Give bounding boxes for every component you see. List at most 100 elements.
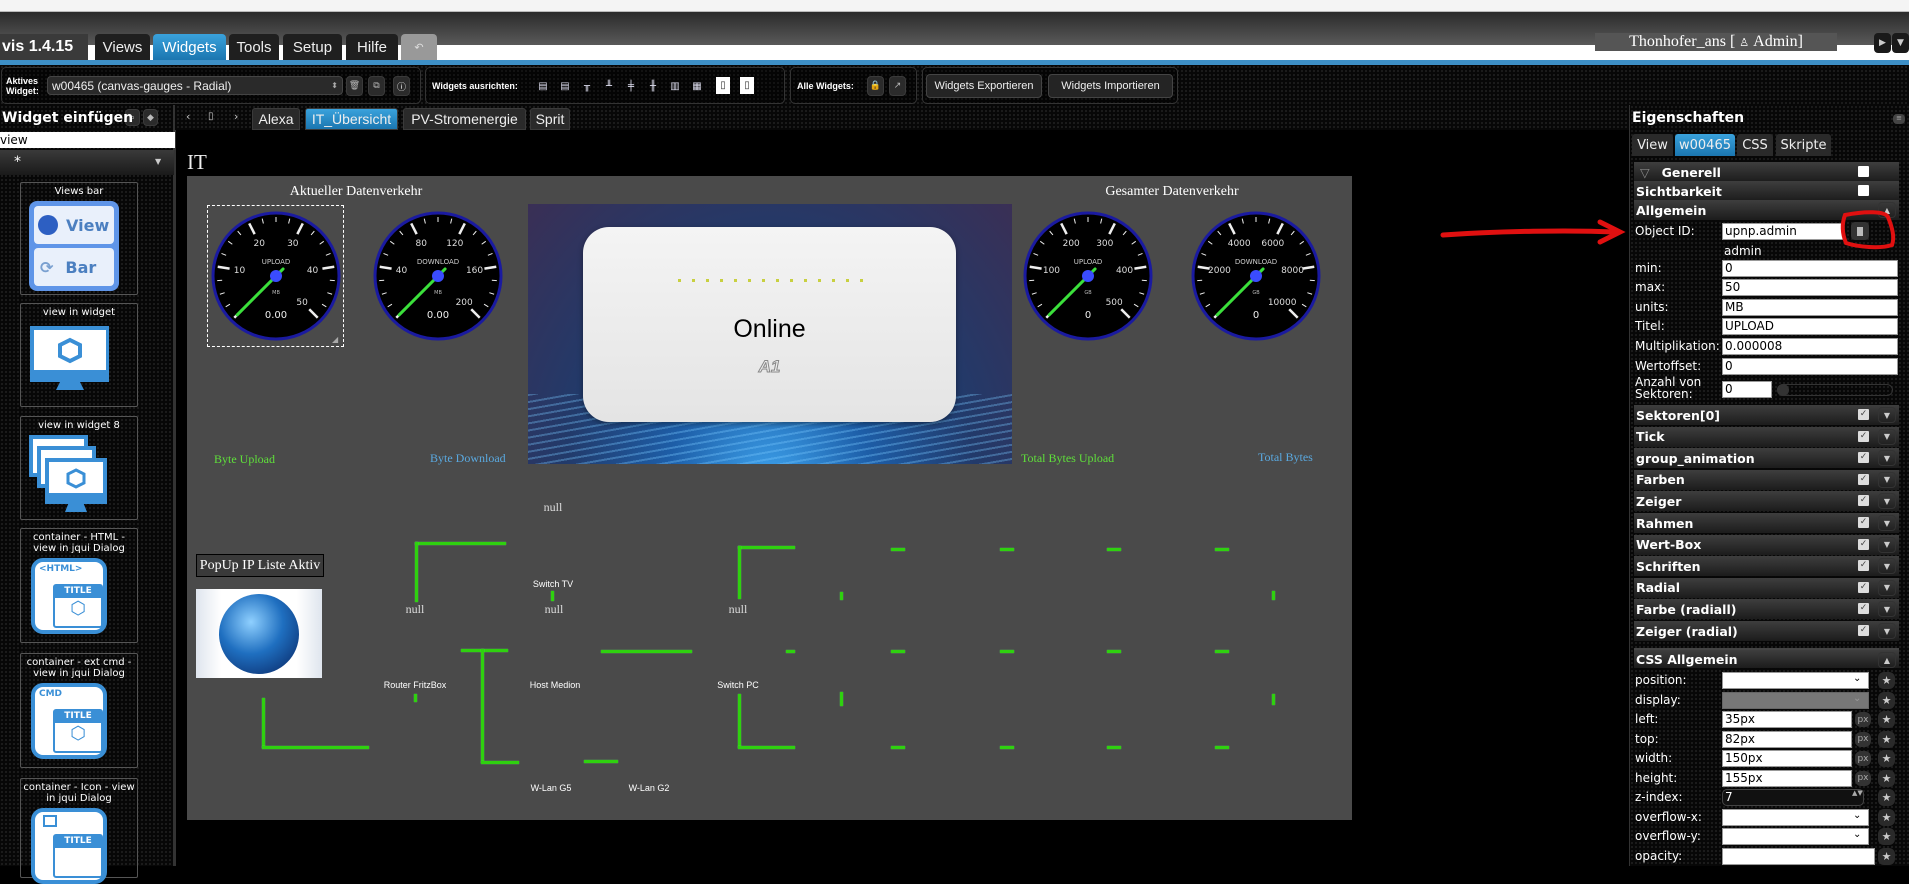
property-group[interactable]: Zeiger✓▼ (1634, 491, 1899, 511)
same-height-icon[interactable]: ▯ (740, 77, 754, 94)
star-icon[interactable]: ★ (1878, 731, 1895, 748)
chevron-down-icon[interactable]: ▼ (1878, 601, 1896, 617)
css-opacity-input[interactable] (1722, 848, 1875, 865)
menu-icon[interactable]: ≡ (1893, 114, 1905, 124)
star-icon[interactable]: ★ (1878, 828, 1895, 845)
css-position-input[interactable] (1722, 672, 1869, 689)
globe-image[interactable] (196, 589, 322, 678)
css-z-index-input[interactable]: 7 (1722, 789, 1864, 806)
slider-handle[interactable] (1777, 384, 1789, 396)
css-display-input[interactable] (1722, 692, 1869, 709)
chevron-down-icon[interactable]: ▼ (1878, 450, 1896, 466)
popup-ip-list-button[interactable]: PopUp IP Liste Aktiv (196, 554, 324, 577)
prop-tab-widget[interactable]: w00465 (1675, 134, 1735, 156)
css-height-input[interactable]: 155px (1722, 770, 1852, 787)
star-icon[interactable]: ★ (1878, 848, 1895, 865)
delete-widget-button[interactable]: 🗑 (346, 76, 363, 96)
widget-tile-view-in-widget-8[interactable]: view in widget 8 (20, 416, 138, 520)
css-top-input[interactable]: 82px (1722, 731, 1852, 748)
align-center-h-icon[interactable]: ╪ (624, 79, 638, 93)
property-group[interactable]: Schriften✓▼ (1634, 556, 1899, 576)
star-icon[interactable]: ★ (1878, 789, 1895, 806)
chevron-left-icon[interactable]: ‹ (186, 110, 190, 123)
group-checkbox[interactable]: ✓ (1858, 539, 1869, 550)
tag-icon[interactable]: ◆ (143, 109, 158, 126)
field-input[interactable]: 0 (1722, 358, 1898, 375)
group-checkbox[interactable]: ✓ (1858, 452, 1869, 463)
selected-widget-outline[interactable] (207, 205, 344, 347)
resize-handle-icon[interactable]: ◢ (332, 335, 338, 344)
trash-icon[interactable]: ▯ (208, 111, 214, 122)
field-input[interactable]: 0.000008 (1722, 338, 1898, 355)
css-overflow-x-input[interactable] (1722, 809, 1869, 826)
view-tab-alexa[interactable]: Alexa (252, 108, 300, 130)
sectors-slider[interactable] (1777, 384, 1893, 396)
view-tab-it-uebersicht[interactable]: IT_Übersicht (305, 108, 398, 130)
group-checkbox[interactable]: ✓ (1858, 409, 1869, 420)
field-input[interactable]: UPLOAD (1722, 318, 1898, 335)
widget-tile-container-icon[interactable]: container - Icon - view in jqui Dialog T… (20, 778, 138, 878)
prop-tab-view[interactable]: View (1632, 134, 1673, 156)
unit-px-button[interactable]: px (1855, 771, 1871, 786)
widget-tile-container-ext-cmd[interactable]: container - ext cmd - view in jqui Dialo… (20, 653, 138, 768)
field-input[interactable]: MB (1722, 299, 1898, 316)
unit-px-button[interactable]: px (1855, 732, 1871, 747)
gauge-download-total[interactable]: 200040006000800010000DOWNLOADGB0 (1190, 210, 1322, 346)
menu-tab-views[interactable]: Views (95, 34, 150, 60)
property-group[interactable]: Rahmen✓▼ (1634, 513, 1899, 533)
gauge-download-current[interactable]: 4080120160200DOWNLOADMB0.00 (372, 210, 504, 346)
align-bottom-icon[interactable]: ╨ (602, 79, 616, 93)
star-icon[interactable]: ★ (1878, 809, 1895, 826)
property-group[interactable]: Zeiger (radial)✓▼ (1634, 621, 1899, 641)
sichtbarkeit-checkbox[interactable] (1858, 185, 1869, 196)
undo-button[interactable]: ↶ (401, 34, 437, 60)
chevron-down-icon[interactable]: ▼ (1892, 33, 1909, 53)
align-center-v-icon[interactable]: ╫ (646, 79, 660, 93)
unit-px-button[interactable]: px (1855, 751, 1871, 766)
chevron-down-icon[interactable]: ▼ (1878, 472, 1896, 488)
star-icon[interactable]: ★ (1878, 672, 1895, 689)
field-input[interactable]: 50 (1722, 279, 1898, 296)
widget-tile-view-in-widget[interactable]: view in widget (20, 303, 138, 407)
group-checkbox[interactable]: ✓ (1858, 431, 1869, 442)
property-group[interactable]: group_animation✓▼ (1634, 448, 1899, 468)
chevron-down-icon[interactable]: ▼ (1878, 623, 1896, 639)
chevron-down-icon[interactable]: ▼ (1878, 493, 1896, 509)
star-icon[interactable]: ★ (1878, 692, 1895, 709)
star-icon[interactable]: ★ (1878, 750, 1895, 767)
align-right-icon[interactable]: ▤ (558, 79, 572, 93)
lock-icon[interactable]: 🔒 (867, 76, 884, 96)
group-sichtbarkeit[interactable]: Sichtbarkeit (1634, 181, 1899, 201)
star-icon[interactable]: ★ (1878, 770, 1895, 787)
property-group[interactable]: Sektoren[0]✓▼ (1634, 405, 1899, 425)
gauge-upload-total[interactable]: 100200300400500UPLOADGB0 (1022, 210, 1154, 346)
active-widget-select[interactable]: w00465 (canvas-gauges - Radial)⬍ (47, 76, 343, 95)
property-group[interactable]: Wert-Box✓▼ (1634, 535, 1899, 555)
property-group[interactable]: Tick✓▼ (1634, 427, 1899, 447)
chevron-down-icon[interactable]: ▼ (1878, 558, 1896, 574)
css-width-input[interactable]: 150px (1722, 750, 1852, 767)
chevron-down-icon[interactable]: ▼ (1878, 580, 1896, 596)
sectors-count-input[interactable]: 0 (1722, 381, 1772, 398)
distribute-v-icon[interactable]: ▦ (690, 79, 704, 93)
menu-tab-hilfe[interactable]: Hilfe (346, 34, 398, 60)
property-group[interactable]: Radial✓▼ (1634, 578, 1899, 598)
chevron-down-icon[interactable]: ▼ (1878, 515, 1896, 531)
css-overflow-y-input[interactable] (1722, 828, 1869, 845)
chevron-down-icon[interactable]: ▼ (1878, 407, 1896, 423)
group-checkbox[interactable]: ✓ (1858, 560, 1869, 571)
info-button[interactable]: ⓘ (393, 76, 410, 96)
chevron-up-icon[interactable]: ▲ (1878, 652, 1896, 668)
router-status-image[interactable]: Online A1 (528, 204, 1012, 464)
align-top-icon[interactable]: ╥ (580, 79, 594, 93)
menu-tab-tools[interactable]: Tools (229, 34, 279, 60)
group-checkbox[interactable]: ✓ (1858, 603, 1869, 614)
distribute-h-icon[interactable]: ▥ (668, 79, 682, 93)
export-widgets-button[interactable]: Widgets Exportieren (926, 74, 1042, 98)
widget-tile-container-html[interactable]: container - HTML - view in jqui Dialog <… (20, 528, 138, 643)
widget-filter-input[interactable]: view (0, 132, 175, 148)
user-info[interactable]: Thonhofer_ans [♙Admin] (1595, 33, 1837, 51)
chevron-down-icon[interactable]: ▼ (1878, 537, 1896, 553)
group-checkbox[interactable]: ✓ (1858, 517, 1869, 528)
group-checkbox[interactable]: ✓ (1858, 625, 1869, 636)
